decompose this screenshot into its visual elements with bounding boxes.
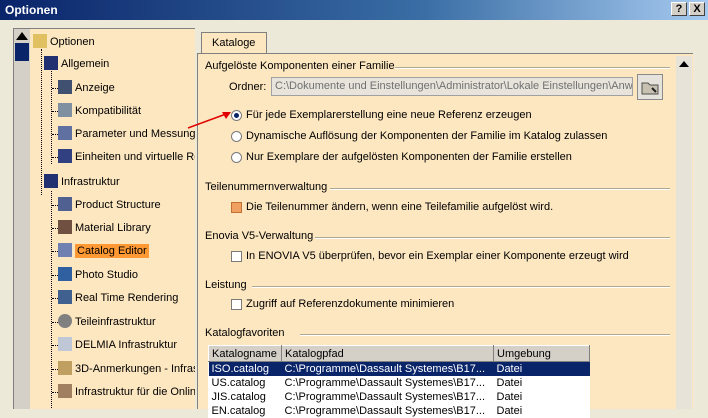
tree-item-parameter[interactable]: Parameter und Messunge: [58, 125, 195, 143]
scroll-up-icon[interactable]: [679, 61, 689, 67]
checkbox-minimize-access[interactable]: [231, 299, 242, 310]
catalog-favorites-table[interactable]: Katalogname Katalogpfad Umgebung ISO.cat…: [208, 345, 590, 418]
product-structure-icon: [58, 197, 72, 212]
help-button[interactable]: ?: [671, 2, 687, 16]
column-header-environment[interactable]: Umgebung: [493, 345, 590, 362]
panel-scrollbar[interactable]: [676, 56, 692, 409]
folder-icon: [641, 82, 659, 95]
tab-kataloge[interactable]: Kataloge: [201, 32, 267, 54]
units-icon: [58, 149, 72, 164]
label-enovia-check: In ENOVIA V5 überprüfen, bevor ein Exemp…: [246, 250, 629, 262]
folder-field[interactable]: C:\Dokumente und Einstellungen\Administr…: [271, 77, 633, 96]
label-change-partnumber: Die Teilenummer ändern, wenn eine Teilef…: [246, 201, 554, 213]
tree-item-infrastruktur[interactable]: Infrastruktur: [44, 173, 120, 191]
online-icon: [58, 384, 72, 399]
table-row[interactable]: US.catalog C:\Programme\Dassault Systeme…: [209, 376, 590, 390]
tree-item-photo-studio[interactable]: Photo Studio: [58, 266, 138, 284]
checkbox-enovia-check[interactable]: [231, 251, 242, 262]
general-icon: [44, 56, 58, 71]
tree-item-teileinfrastruktur[interactable]: Teileinfrastruktur: [58, 313, 156, 331]
gear-icon: [58, 314, 72, 329]
browse-folder-button[interactable]: [637, 74, 663, 100]
section-title-resolved: Aufgelöste Komponenten einer Familie: [205, 60, 395, 72]
column-header-name[interactable]: Katalogname: [208, 345, 282, 362]
catalog-editor-icon: [58, 243, 72, 258]
radio-dynamic-resolution[interactable]: [231, 131, 242, 142]
compatibility-icon: [58, 103, 72, 118]
tree-item-einheiten[interactable]: Einheiten und virtuelle Re: [58, 148, 195, 166]
section-title-favorites: Katalogfavoriten: [205, 327, 285, 339]
option-dynamic-resolution: Dynamische Auflösung der Komponenten der…: [246, 130, 608, 142]
section-title-parts: Teilenummernverwaltung: [205, 181, 328, 193]
radio-resolved-only[interactable]: [231, 152, 242, 163]
tree-item-allgemein[interactable]: Allgemein: [44, 55, 109, 73]
label-minimize-access: Zugriff auf Referenzdokumente minimieren: [246, 298, 455, 310]
checkbox-change-partnumber[interactable]: [231, 202, 242, 213]
tree-item-catalog-editor[interactable]: Catalog Editor: [58, 242, 149, 260]
folder-label: Ordner:: [229, 81, 267, 93]
tree-scrollbar[interactable]: [14, 29, 30, 409]
scroll-up-icon[interactable]: [16, 32, 28, 40]
options-icon: [33, 34, 47, 49]
scroll-thumb[interactable]: [15, 43, 29, 61]
close-button[interactable]: X: [689, 2, 705, 16]
option-new-reference: Für jede Exemplarerstellung eine neue Re…: [246, 109, 532, 121]
tree-item-kompatibilitaet[interactable]: Kompatibilität: [58, 102, 141, 120]
tree-item-online-infrastructure[interactable]: Infrastruktur für die Onlin: [58, 383, 195, 401]
tree-item-product-structure[interactable]: Product Structure: [58, 196, 161, 214]
annotation-arrow: [187, 112, 231, 129]
tree-item-3d-annotations[interactable]: 3D-Anmerkungen - Infras: [58, 360, 195, 378]
parameters-icon: [58, 126, 72, 141]
table-row[interactable]: JIS.catalog C:\Programme\Dassault System…: [209, 390, 590, 404]
tree-item-anzeige[interactable]: Anzeige: [58, 79, 115, 97]
tree-item-material-library[interactable]: Material Library: [58, 219, 151, 237]
delmia-icon: [58, 337, 72, 352]
window-title: Optionen: [5, 3, 58, 17]
photo-studio-icon: [58, 267, 72, 282]
rendering-icon: [58, 290, 72, 305]
options-tree[interactable]: Optionen Allgemein Anzeige Kompatibilitä…: [13, 28, 195, 409]
section-title-enovia: Enovia V5-Verwaltung: [205, 230, 314, 242]
annotation-icon: [58, 361, 72, 376]
table-row[interactable]: ISO.catalog C:\Programme\Dassault System…: [208, 361, 590, 376]
display-icon: [58, 80, 72, 95]
section-title-performance: Leistung: [205, 279, 247, 291]
column-header-path[interactable]: Katalogpfad: [281, 345, 494, 362]
material-library-icon: [58, 220, 72, 235]
tree-item-optionen[interactable]: Optionen: [33, 33, 95, 51]
tree-item-real-time-rendering[interactable]: Real Time Rendering: [58, 289, 178, 307]
tree-item-delmia[interactable]: DELMIA Infrastruktur: [58, 336, 177, 354]
infrastructure-icon: [44, 174, 58, 189]
title-bar: Optionen ? X: [0, 0, 708, 20]
option-resolved-only: Nur Exemplare der aufgelösten Komponente…: [246, 151, 572, 163]
table-row[interactable]: EN.catalog C:\Programme\Dassault Systeme…: [209, 404, 590, 418]
table-header: Katalogname Katalogpfad Umgebung: [208, 345, 590, 362]
